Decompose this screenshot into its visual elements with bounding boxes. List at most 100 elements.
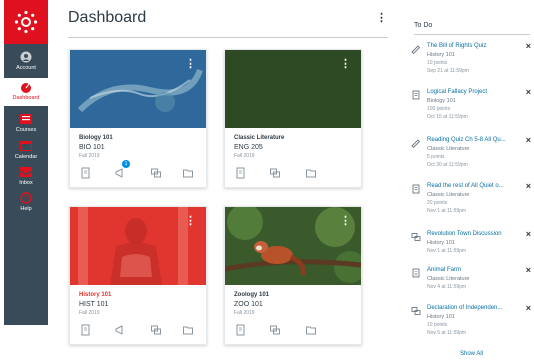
- course-code: ENG 205: [234, 144, 263, 151]
- canvas-logo-icon: [14, 10, 38, 34]
- todo-item: Read the rest of All Quiet o... Classic …: [411, 182, 533, 226]
- card-options-icon[interactable]: ⋮: [185, 59, 196, 70]
- course-term: Fall 2019: [234, 153, 255, 159]
- course-name[interactable]: Classic Literature: [234, 135, 284, 141]
- card-hero-image[interactable]: ⋮: [70, 50, 206, 128]
- global-nav: Account Dashboard Courses Calendar Inbox…: [4, 0, 48, 325]
- card-actions: [225, 167, 361, 181]
- todo-course: History 101: [427, 52, 455, 58]
- card-actions: [225, 324, 361, 338]
- todo-points: 100 points: [427, 106, 451, 112]
- todo-course: Classic Literature: [427, 276, 470, 282]
- dismiss-icon[interactable]: ×: [526, 136, 531, 145]
- todo-course: Classic Literature: [427, 192, 470, 198]
- card-options-icon[interactable]: ⋮: [185, 216, 196, 227]
- nav-dashboard[interactable]: Dashboard: [4, 78, 48, 106]
- title-divider: [68, 37, 388, 38]
- course-term: Fall 2019: [79, 153, 100, 159]
- todo-due: Nov 1 at 11:59pm: [427, 248, 467, 254]
- card-actions: [70, 324, 206, 338]
- nav-calendar-label: Calendar: [14, 154, 38, 160]
- todo-title-link[interactable]: Animal Farm: [427, 267, 461, 273]
- todo-title-link[interactable]: Revolution Town Discussion: [427, 231, 502, 237]
- quiz-icon: [411, 139, 421, 148]
- course-name[interactable]: Zoology 101: [234, 292, 269, 298]
- account-icon: [20, 51, 32, 63]
- announcements-icon[interactable]: [114, 167, 126, 179]
- todo-title-link[interactable]: Declaration of Independen...: [427, 305, 502, 311]
- course-name[interactable]: Biology 101: [79, 135, 113, 141]
- discussion-icon: [411, 233, 421, 241]
- nav-inbox[interactable]: Inbox: [4, 166, 48, 190]
- card-options-icon[interactable]: ⋮: [340, 216, 351, 227]
- discussions-icon[interactable]: [269, 324, 281, 336]
- files-icon[interactable]: [182, 324, 194, 336]
- todo-points: 10 points: [427, 60, 448, 66]
- nav-courses-label: Courses: [15, 127, 37, 133]
- files-icon[interactable]: [182, 167, 194, 179]
- todo-title-link[interactable]: The Bill of Rights Quiz: [427, 43, 486, 49]
- todo-heading: To Do: [414, 22, 433, 29]
- todo-points: 5 points: [427, 154, 445, 160]
- todo-course: Classic Literature: [427, 146, 470, 152]
- dismiss-icon[interactable]: ×: [526, 42, 531, 51]
- assignments-icon[interactable]: [235, 324, 247, 336]
- page-icon: [412, 268, 420, 278]
- todo-due: Nov 5 at 11:59pm: [427, 330, 467, 336]
- help-icon: ?: [20, 192, 32, 204]
- course-code: ZOO 101: [234, 301, 263, 308]
- discussions-icon[interactable]: [150, 167, 162, 179]
- assignments-icon[interactable]: [80, 167, 92, 179]
- dismiss-icon[interactable]: ×: [526, 182, 531, 191]
- assignments-icon[interactable]: [235, 167, 247, 179]
- course-card-zoology[interactable]: ⋮ Zoology 101 ZOO 101 Fall 2019: [224, 206, 362, 345]
- todo-item: Reading Quiz Ch 5-8 All Qu... Classic Li…: [411, 136, 533, 180]
- nav-calendar[interactable]: Calendar: [4, 140, 48, 164]
- assignment-icon: [412, 90, 420, 100]
- calendar-icon: [20, 141, 32, 151]
- course-card-history[interactable]: ⋮ History 101 HIST 101 Fall 2019: [69, 206, 207, 345]
- show-all-link[interactable]: Show All: [460, 351, 483, 357]
- dismiss-icon[interactable]: ×: [526, 266, 531, 275]
- dismiss-icon[interactable]: ×: [526, 304, 531, 313]
- page-title: Dashboard: [68, 9, 147, 26]
- todo-title-link[interactable]: Reading Quiz Ch 5-8 All Qu...: [427, 137, 506, 143]
- course-card-classic-literature[interactable]: ⋮ Classic Literature ENG 205 Fall 2019: [224, 49, 362, 188]
- assignments-icon[interactable]: [80, 324, 92, 336]
- canvas-logo[interactable]: [4, 0, 48, 44]
- nav-courses[interactable]: Courses: [4, 113, 48, 137]
- nav-account[interactable]: Account: [4, 48, 48, 76]
- announcements-icon[interactable]: [114, 324, 126, 336]
- discussions-icon[interactable]: [150, 324, 162, 336]
- todo-title-link[interactable]: Logical Fallacy Project: [427, 89, 487, 95]
- inbox-icon: [20, 167, 32, 177]
- nav-help-label: Help: [20, 206, 32, 212]
- todo-due: Oct 30 at 11:59pm: [427, 162, 468, 168]
- discussions-icon[interactable]: [269, 167, 281, 179]
- todo-title-link[interactable]: Read the rest of All Quiet o...: [427, 183, 504, 189]
- todo-item: Declaration of Independen... History 101…: [411, 304, 533, 348]
- quiz-icon: [411, 45, 421, 54]
- dashboard-options-icon[interactable]: ⋮: [376, 13, 387, 24]
- todo-course: History 101: [427, 240, 455, 246]
- files-icon[interactable]: [305, 324, 317, 336]
- card-hero-image[interactable]: ⋮: [70, 207, 206, 285]
- svg-text:?: ?: [24, 196, 28, 203]
- card-options-icon[interactable]: ⋮: [340, 59, 351, 70]
- course-term: Fall 2019: [79, 310, 100, 316]
- course-name[interactable]: History 101: [79, 292, 111, 298]
- todo-due: Oct 15 at 11:59pm: [427, 114, 468, 120]
- course-term: Fall 2019: [234, 310, 255, 316]
- card-hero-color[interactable]: ⋮: [225, 50, 361, 128]
- card-hero-image[interactable]: ⋮: [225, 207, 361, 285]
- course-code: BIO 101: [79, 144, 105, 151]
- files-icon[interactable]: [305, 167, 317, 179]
- card-actions: [70, 167, 206, 181]
- todo-item: Logical Fallacy Project Biology 101 100 …: [411, 88, 533, 132]
- nav-dashboard-label: Dashboard: [12, 95, 40, 101]
- nav-help[interactable]: ? Help: [4, 192, 48, 216]
- dismiss-icon[interactable]: ×: [526, 88, 531, 97]
- course-card-biology[interactable]: ⋮ Biology 101 BIO 101 Fall 2019 1: [69, 49, 207, 188]
- dismiss-icon[interactable]: ×: [526, 230, 531, 239]
- courses-icon: [20, 114, 32, 124]
